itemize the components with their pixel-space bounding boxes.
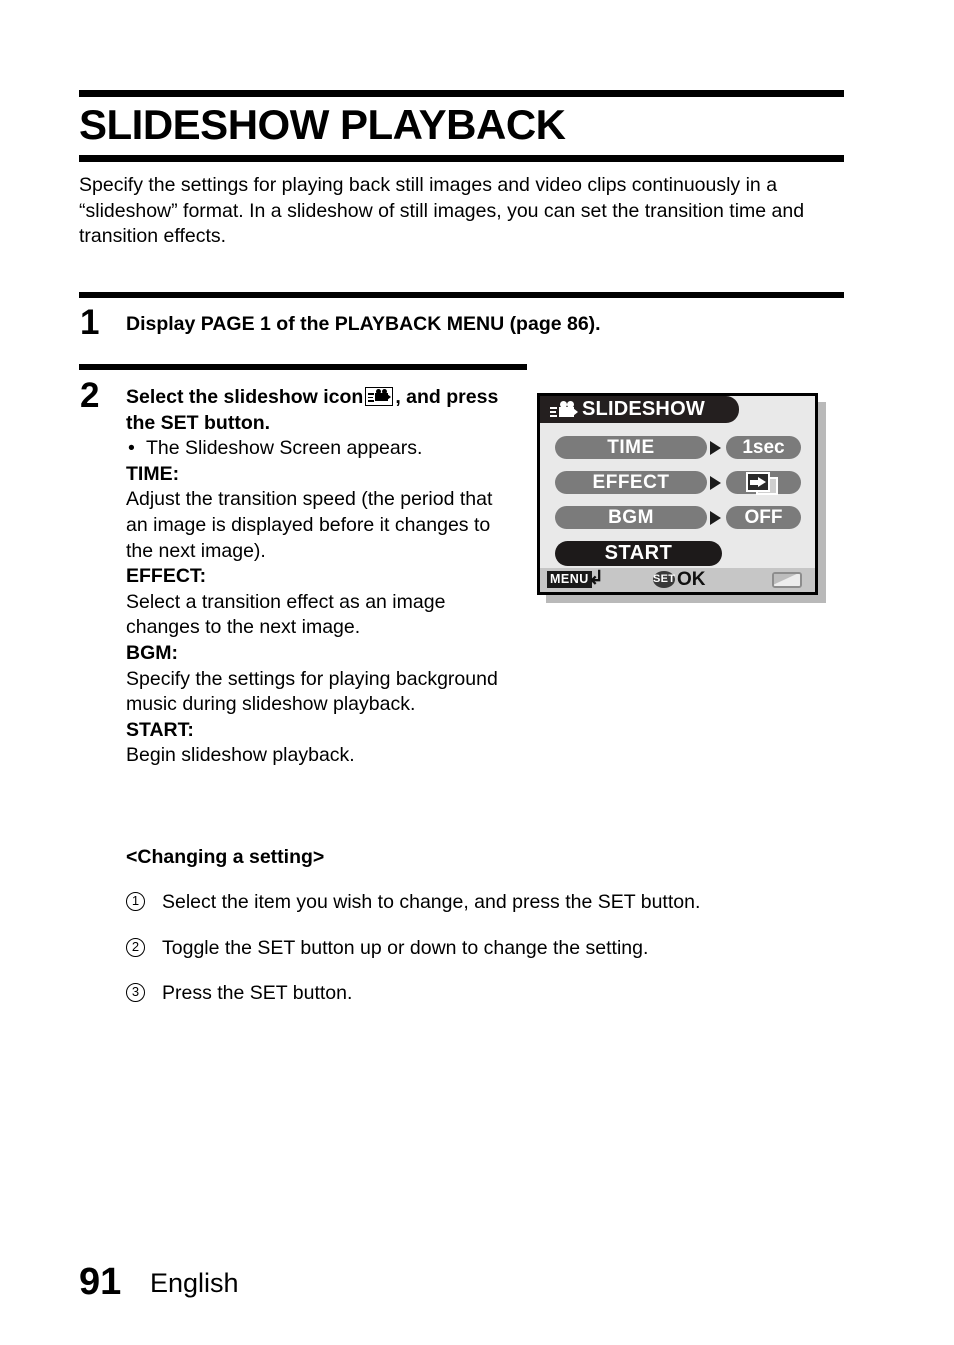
definition-desc-bgm: Specify the settings for playing backgro… [126, 667, 498, 716]
movie-camera-icon [550, 400, 580, 419]
footer-language: English [150, 1268, 239, 1298]
step-2-body: Select the slideshow icon, and press the… [126, 385, 518, 769]
changing-step-2: 2 Toggle the SET button up or down to ch… [126, 935, 826, 961]
right-triangle-icon [710, 476, 721, 490]
step-1-text: Display PAGE 1 of the PLAYBACK MENU (pag… [126, 313, 601, 335]
step-2-divider [79, 364, 527, 370]
lcd-row-time-value[interactable]: 1sec [726, 436, 801, 459]
right-triangle-icon [710, 511, 721, 525]
circled-number-2: 2 [126, 937, 145, 957]
lcd-row-bgm[interactable]: BGM OFF [555, 506, 805, 529]
definition-term-bgm: BGM: [126, 641, 178, 664]
title-rule-top [79, 90, 844, 97]
step-1-number: 1 [80, 303, 100, 342]
lcd-inner-screen: SLIDESHOW TIME 1sec EFFECT BGM OFF START… [540, 396, 815, 592]
slideshow-camera-icon [365, 387, 394, 406]
title-rule-bottom [79, 155, 844, 162]
step-2-bullet: • The Slideshow Screen appears. [126, 436, 518, 462]
step-2-heading: Select the slideshow icon, and press the… [126, 385, 518, 436]
changing-a-setting-heading: <Changing a setting> [126, 845, 325, 868]
definition-term-time: TIME: [126, 462, 180, 485]
menu-button-label[interactable]: MENU [547, 571, 592, 588]
changing-a-setting-section: <Changing a setting> 1 Select the item y… [126, 824, 826, 1026]
lcd-row-time-label: TIME [555, 436, 707, 459]
lcd-row-bgm-label: BGM [555, 506, 707, 529]
definition-desc-effect: Select a transition effect as an image c… [126, 590, 446, 639]
lcd-frame: SLIDESHOW TIME 1sec EFFECT BGM OFF START… [537, 393, 818, 595]
lcd-title-text: SLIDESHOW [582, 398, 705, 420]
battery-icon [772, 572, 802, 588]
page-title: SLIDESHOW PLAYBACK [79, 101, 566, 148]
page-number: 91 [79, 1261, 122, 1303]
changing-step-1: 1 Select the item you wish to change, an… [126, 889, 826, 915]
definition-desc-start: Begin slideshow playback. [126, 744, 355, 767]
step-2-bullet-text: The Slideshow Screen appears. [146, 437, 423, 460]
bullet-marker: • [128, 437, 135, 460]
changing-step-1-text: Select the item you wish to change, and … [162, 891, 701, 913]
transition-effect-icon [745, 472, 781, 496]
lcd-row-effect[interactable]: EFFECT [555, 471, 805, 496]
changing-step-3-text: Press the SET button. [162, 982, 353, 1004]
lcd-title-bar: SLIDESHOW [540, 396, 739, 423]
lcd-start-button[interactable]: START [555, 541, 722, 566]
set-button-label[interactable]: SET [653, 571, 675, 588]
return-arrow-icon: ↲ [588, 568, 604, 589]
step-1-divider [79, 292, 844, 298]
circled-number-1: 1 [126, 892, 145, 911]
definition-term-effect: EFFECT: [126, 565, 207, 588]
manual-page: SLIDESHOW PLAYBACK Specify the settings … [0, 0, 954, 1345]
lcd-row-bgm-value[interactable]: OFF [726, 506, 801, 529]
lcd-status-bar: MENU ↲ SET OK [540, 568, 815, 592]
camera-lcd-screenshot: SLIDESHOW TIME 1sec EFFECT BGM OFF START… [537, 393, 826, 603]
intro-paragraph: Specify the settings for playing back st… [79, 174, 805, 247]
circled-number-3: 3 [126, 983, 145, 1002]
ok-label: OK [677, 569, 706, 590]
step-2-number: 2 [80, 376, 100, 415]
right-triangle-icon [710, 441, 721, 455]
changing-step-2-text: Toggle the SET button up or down to chan… [162, 936, 649, 959]
changing-step-3: 3 Press the SET button. [126, 980, 826, 1006]
definition-desc-time: Adjust the transition speed (the period … [126, 488, 493, 562]
lcd-row-effect-label: EFFECT [555, 471, 707, 494]
lcd-row-time[interactable]: TIME 1sec [555, 436, 805, 459]
definition-term-start: START: [126, 718, 194, 741]
step-2-heading-before: Select the slideshow icon [126, 386, 364, 408]
